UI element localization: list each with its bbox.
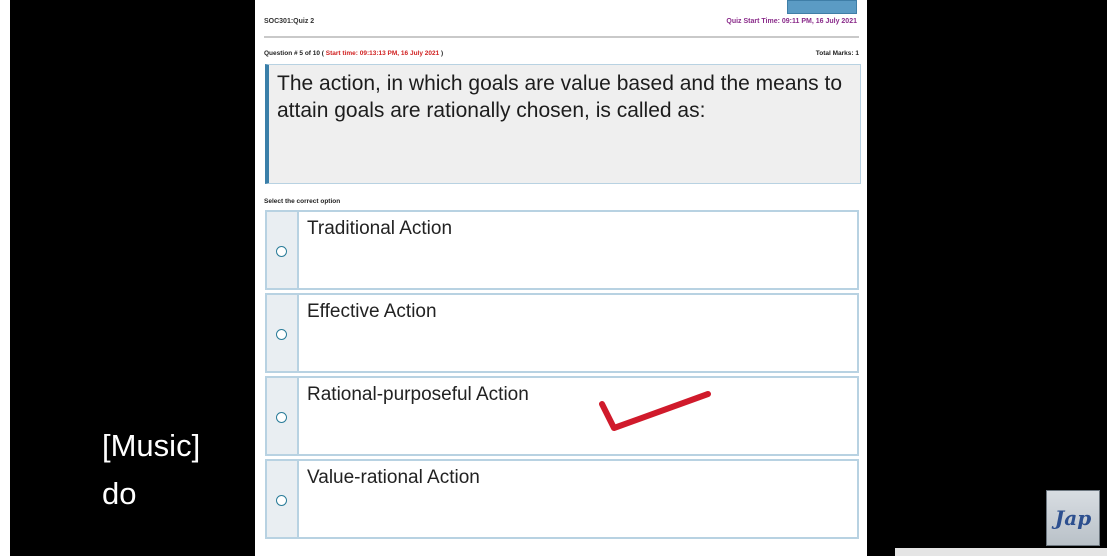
question-header: Question # 5 of 10 ( Start time: 09:13:1… bbox=[264, 50, 443, 57]
bottom-button-strip bbox=[895, 548, 1107, 556]
question-header-close: ) bbox=[441, 50, 444, 57]
radio-button[interactable] bbox=[276, 495, 287, 506]
header-divider bbox=[264, 36, 859, 38]
top-button[interactable] bbox=[787, 0, 857, 14]
option-4-label: Value-rational Action bbox=[307, 467, 480, 488]
option-3-label: Rational-purposeful Action bbox=[307, 384, 529, 405]
caption-line-1: [Music] bbox=[102, 428, 201, 463]
option-3[interactable]: Rational-purposeful Action bbox=[265, 376, 859, 456]
channel-logo: Jap bbox=[1046, 490, 1100, 546]
total-marks: Total Marks: 1 bbox=[815, 50, 859, 57]
quiz-start-time: Quiz Start Time: 09:11 PM, 16 July 2021 bbox=[726, 18, 857, 25]
course-code: SOC301:Quiz 2 bbox=[264, 18, 315, 25]
checkmark-icon bbox=[599, 391, 711, 431]
option-2-label: Effective Action bbox=[307, 301, 437, 322]
option-1-label: Traditional Action bbox=[307, 218, 453, 239]
quiz-panel: SOC301:Quiz 2 Quiz Start Time: 09:11 PM,… bbox=[255, 0, 1107, 556]
option-4[interactable]: Value-rational Action bbox=[265, 459, 859, 539]
select-option-label: Select the correct option bbox=[264, 198, 341, 205]
question-text: The action, in which goals are value bas… bbox=[265, 64, 861, 184]
left-edge-bar bbox=[0, 0, 10, 556]
radio-button[interactable] bbox=[276, 246, 287, 257]
option-4-radio-cell bbox=[267, 461, 299, 537]
option-1-radio-cell bbox=[267, 212, 299, 288]
question-number: Question # 5 of 10 ( bbox=[264, 50, 324, 57]
option-3-radio-cell bbox=[267, 378, 299, 454]
radio-button[interactable] bbox=[276, 412, 287, 423]
caption-line-2: do bbox=[102, 476, 137, 511]
option-2[interactable]: Effective Action bbox=[265, 293, 859, 373]
option-1[interactable]: Traditional Action bbox=[265, 210, 859, 290]
question-start-time: Start time: 09:13:13 PM, 16 July 2021 bbox=[325, 50, 440, 57]
option-2-radio-cell bbox=[267, 295, 299, 371]
radio-button[interactable] bbox=[276, 329, 287, 340]
